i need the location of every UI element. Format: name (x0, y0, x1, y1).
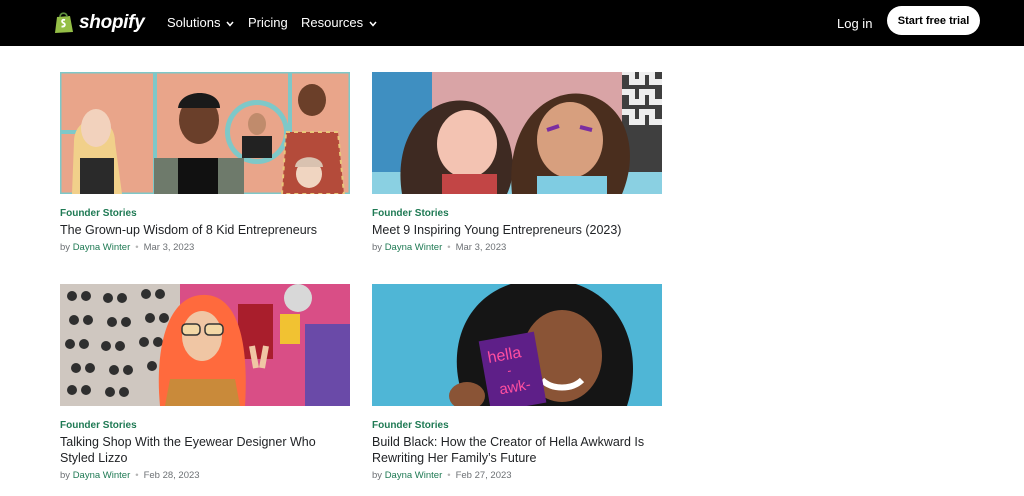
nav-solutions-label: Solutions (167, 15, 221, 30)
article-image-kid-entrepreneurs[interactable] (60, 72, 350, 194)
author-link[interactable]: Dayna Winter (385, 470, 443, 481)
nav-pricing-label: Pricing (248, 15, 288, 30)
nav-solutions[interactable]: Solutions (167, 15, 235, 30)
article-category[interactable]: Founder Stories (372, 208, 449, 219)
author-link[interactable]: Dayna Winter (73, 470, 131, 481)
chevron-down-icon (369, 15, 377, 30)
article-title[interactable]: Talking Shop With the Eyewear Designer W… (60, 434, 350, 466)
start-free-trial-button[interactable]: Start free trial (887, 6, 980, 35)
article-title[interactable]: The Grown-up Wisdom of 8 Kid Entrepreneu… (60, 222, 350, 238)
article-category[interactable]: Founder Stories (60, 420, 137, 431)
article-image-eyewear-designer[interactable] (60, 284, 350, 406)
byline-prefix: by (372, 470, 383, 481)
author-link[interactable]: Dayna Winter (385, 242, 443, 253)
chevron-down-icon (226, 15, 235, 30)
article-meta: by Dayna Winter • Mar 3, 2023 (60, 242, 194, 253)
separator-dot: • (135, 242, 139, 253)
shopping-bag-icon (55, 12, 73, 33)
article-date: Feb 27, 2023 (455, 470, 512, 481)
logo-wordmark: shopify (79, 11, 145, 33)
article-date: Mar 3, 2023 (143, 242, 195, 253)
article-date: Feb 28, 2023 (143, 470, 200, 481)
shopify-logo[interactable]: shopify (54, 11, 145, 34)
article-image-hella-awkward[interactable]: hella - awk- (372, 284, 662, 406)
article-meta: by Dayna Winter • Feb 27, 2023 (372, 470, 512, 481)
separator-dot: • (135, 470, 139, 481)
article-meta: by Dayna Winter • Feb 28, 2023 (60, 470, 200, 481)
top-navigation-bar: shopify Solutions Pricing Resources Log … (0, 0, 1024, 46)
article-date: Mar 3, 2023 (455, 242, 507, 253)
article-category[interactable]: Founder Stories (372, 420, 449, 431)
article-category[interactable]: Founder Stories (60, 208, 137, 219)
byline-prefix: by (372, 242, 383, 253)
byline-prefix: by (60, 242, 71, 253)
article-meta: by Dayna Winter • Mar 3, 2023 (372, 242, 506, 253)
nav-pricing[interactable]: Pricing (248, 15, 288, 30)
login-link[interactable]: Log in (837, 16, 872, 31)
article-title[interactable]: Build Black: How the Creator of Hella Aw… (372, 434, 662, 466)
nav-resources-label: Resources (301, 15, 364, 30)
author-link[interactable]: Dayna Winter (73, 242, 131, 253)
article-image-young-entrepreneurs[interactable] (372, 72, 662, 194)
article-title[interactable]: Meet 9 Inspiring Young Entrepreneurs (20… (372, 222, 662, 238)
nav-resources[interactable]: Resources (301, 15, 377, 30)
separator-dot: • (447, 242, 451, 253)
byline-prefix: by (60, 470, 71, 481)
separator-dot: • (447, 470, 451, 481)
